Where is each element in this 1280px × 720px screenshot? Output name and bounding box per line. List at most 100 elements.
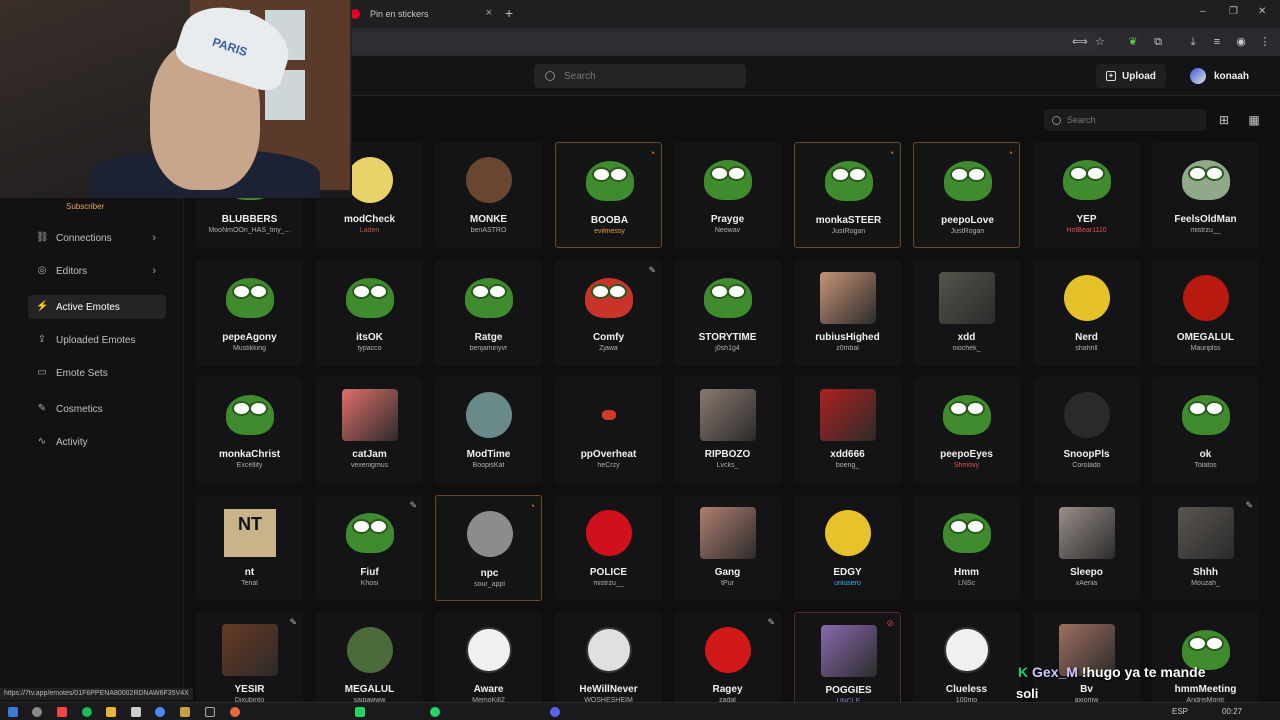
emote-card[interactable]: npc sour_appl ◔ bbox=[435, 495, 542, 601]
browser-tab[interactable]: Pin en stickers × bbox=[344, 4, 496, 24]
emote-card[interactable]: Nerd shahrill bbox=[1033, 260, 1140, 366]
emote-card[interactable]: SnoopPls Corolado bbox=[1033, 377, 1140, 483]
emote-art bbox=[944, 627, 990, 673]
emote-card[interactable]: Comfy Zjawa ✎ bbox=[555, 260, 662, 366]
chrome-icon[interactable] bbox=[155, 707, 165, 717]
emote-image bbox=[700, 154, 756, 206]
emote-card[interactable]: Gang tPur bbox=[674, 495, 781, 601]
search-icon[interactable] bbox=[32, 707, 42, 717]
emote-search-input[interactable]: Search bbox=[1044, 109, 1206, 131]
emote-card[interactable]: hmmMeeting AndreiMontr bbox=[1152, 612, 1259, 702]
app-icon[interactable] bbox=[355, 707, 365, 717]
spotify-icon[interactable] bbox=[82, 707, 92, 717]
emote-image bbox=[462, 508, 518, 560]
windows-start-icon[interactable] bbox=[8, 707, 18, 717]
sidebar-item-active-emotes[interactable]: ⚡ Active Emotes bbox=[28, 295, 166, 319]
emote-card[interactable]: NT nt Tenal bbox=[196, 495, 303, 601]
emote-card[interactable]: FeelsOldMan mistrzu__ bbox=[1152, 142, 1259, 248]
emote-card[interactable]: EDGY uriiusero bbox=[794, 495, 901, 601]
extensions-icon[interactable]: ⧉ bbox=[1151, 35, 1165, 49]
sidebar-item-cosmetics[interactable]: ✎ Cosmetics bbox=[28, 397, 166, 421]
emote-card[interactable]: OMEGALUL Mauriplss bbox=[1152, 260, 1259, 366]
emote-card[interactable]: itsOK typacco bbox=[316, 260, 423, 366]
emote-card[interactable]: peepoEyes Shmovy bbox=[913, 377, 1020, 483]
sidebar-item-uploaded-emotes[interactable]: ⇪ Uploaded Emotes bbox=[28, 328, 166, 352]
emote-author: Shmovy bbox=[953, 462, 980, 469]
emote-card[interactable]: Aware MemoKill2 bbox=[435, 612, 542, 702]
app-icon[interactable] bbox=[131, 707, 141, 717]
emote-card[interactable]: POLICE mistrzu__ bbox=[555, 495, 662, 601]
emote-card[interactable]: xdd666 boeng_ bbox=[794, 377, 901, 483]
emote-image bbox=[461, 624, 517, 676]
download-icon[interactable]: ⤓ bbox=[1186, 35, 1200, 49]
emote-card[interactable]: POGGIES UNCLE ⊘ bbox=[794, 612, 901, 702]
emote-card[interactable]: monkaChrist Excellify bbox=[196, 377, 303, 483]
upload-button[interactable]: + Upload bbox=[1096, 64, 1166, 88]
explorer-icon[interactable] bbox=[106, 707, 116, 717]
emote-card[interactable]: STORYTIME j0sh1g4 bbox=[674, 260, 781, 366]
emote-image bbox=[582, 155, 638, 207]
emote-author: JustRogan bbox=[831, 228, 866, 235]
discord-icon[interactable] bbox=[550, 707, 560, 717]
emote-card[interactable]: ok Tolatos bbox=[1152, 377, 1259, 483]
emote-card[interactable]: ppOverheat heCrzy bbox=[555, 377, 662, 483]
emote-name: ModTime bbox=[466, 449, 511, 460]
emote-card[interactable]: MONKE benASTRO bbox=[435, 142, 542, 248]
whatsapp-icon[interactable] bbox=[430, 707, 440, 717]
emote-card[interactable]: Hmm LNSc bbox=[913, 495, 1020, 601]
firefox-icon[interactable] bbox=[230, 707, 240, 717]
clock[interactable]: 00:27 bbox=[1222, 707, 1242, 716]
emote-card[interactable]: Shhh Mouzah_ ✎ bbox=[1152, 495, 1259, 601]
webcam-overlay: PARIS bbox=[0, 0, 352, 198]
language-indicator[interactable]: ESP bbox=[1172, 707, 1188, 716]
minimize-button[interactable]: – bbox=[1200, 6, 1206, 17]
bookmark-star-icon[interactable]: ☆ bbox=[1093, 35, 1107, 49]
emote-card[interactable]: RIPBOZO Lvcks_ bbox=[674, 377, 781, 483]
new-tab-button[interactable]: + bbox=[505, 5, 513, 21]
chevron-right-icon: › bbox=[152, 232, 156, 244]
emote-card[interactable]: YESIR Dixubinto ✎ bbox=[196, 612, 303, 702]
emote-card[interactable]: YEP HotBear1110 bbox=[1033, 142, 1140, 248]
emote-card[interactable]: HeWillNever WOSHESHEIM bbox=[555, 612, 662, 702]
emote-card[interactable]: rubiusHighed z0mbal bbox=[794, 260, 901, 366]
address-bar[interactable] bbox=[340, 32, 1100, 52]
user-menu[interactable]: konaah bbox=[1190, 66, 1249, 86]
profile-icon[interactable]: ◉ bbox=[1234, 35, 1248, 49]
emote-card[interactable]: Clueless 100mo bbox=[913, 612, 1020, 702]
media-icon[interactable]: ≡ bbox=[1210, 35, 1224, 49]
tiktok-icon[interactable] bbox=[205, 707, 215, 717]
emote-name: YEP bbox=[1076, 214, 1097, 225]
emote-card[interactable]: peepoLove JustRogan ◔ bbox=[913, 142, 1020, 248]
emote-card[interactable]: Ratge benjaminyvr bbox=[435, 260, 542, 366]
emote-card[interactable]: Ragey zadal ✎ bbox=[674, 612, 781, 702]
app-icon[interactable] bbox=[57, 707, 67, 717]
emote-card[interactable]: Prayge Neowav bbox=[674, 142, 781, 248]
tab-close-icon[interactable]: × bbox=[486, 7, 492, 19]
restore-button[interactable]: ❐ bbox=[1229, 6, 1238, 17]
emote-card[interactable]: xdd niochek_ bbox=[913, 260, 1020, 366]
emote-author: benASTRO bbox=[470, 227, 507, 234]
emote-card[interactable]: ModTime BoopisKat bbox=[435, 377, 542, 483]
emote-card[interactable]: monkaSTEER JustRogan ◔ bbox=[794, 142, 901, 248]
extension-leaf-icon[interactable]: ❦ bbox=[1126, 35, 1140, 49]
emote-card[interactable]: catJam vexenigmus bbox=[316, 377, 423, 483]
sidebar-item-emote-sets[interactable]: ▭ Emote Sets bbox=[28, 361, 166, 385]
translate-icon[interactable]: ⟺ bbox=[1072, 35, 1088, 49]
sidebar-item-editors[interactable]: ◎ Editors › bbox=[28, 259, 166, 283]
app-icon[interactable] bbox=[180, 707, 190, 717]
dense-grid-view-icon[interactable]: ▦ bbox=[1247, 113, 1261, 127]
global-search-input[interactable]: Search bbox=[534, 64, 746, 88]
sidebar-item-connections[interactable]: ⛓ Connections › bbox=[28, 226, 166, 250]
emote-card[interactable]: Bv axiomw bbox=[1033, 612, 1140, 702]
emote-card[interactable]: MEGALUL saipawww bbox=[316, 612, 423, 702]
emote-card[interactable]: BOOBA evilmessy ◔ bbox=[555, 142, 662, 248]
emote-card[interactable]: Fiuf Khosi ✎ bbox=[316, 495, 423, 601]
close-window-button[interactable]: ✕ bbox=[1258, 6, 1266, 17]
grid-view-icon[interactable]: ⊞ bbox=[1217, 113, 1231, 127]
menu-icon[interactable]: ⋮ bbox=[1258, 35, 1272, 49]
emote-card[interactable]: pepeAgony Mustikking bbox=[196, 260, 303, 366]
sidebar-item-activity[interactable]: ∿ Activity bbox=[28, 430, 166, 454]
emote-name: Shhh bbox=[1193, 567, 1218, 578]
emote-art bbox=[820, 389, 876, 441]
emote-card[interactable]: Sleepo xAeriia bbox=[1033, 495, 1140, 601]
